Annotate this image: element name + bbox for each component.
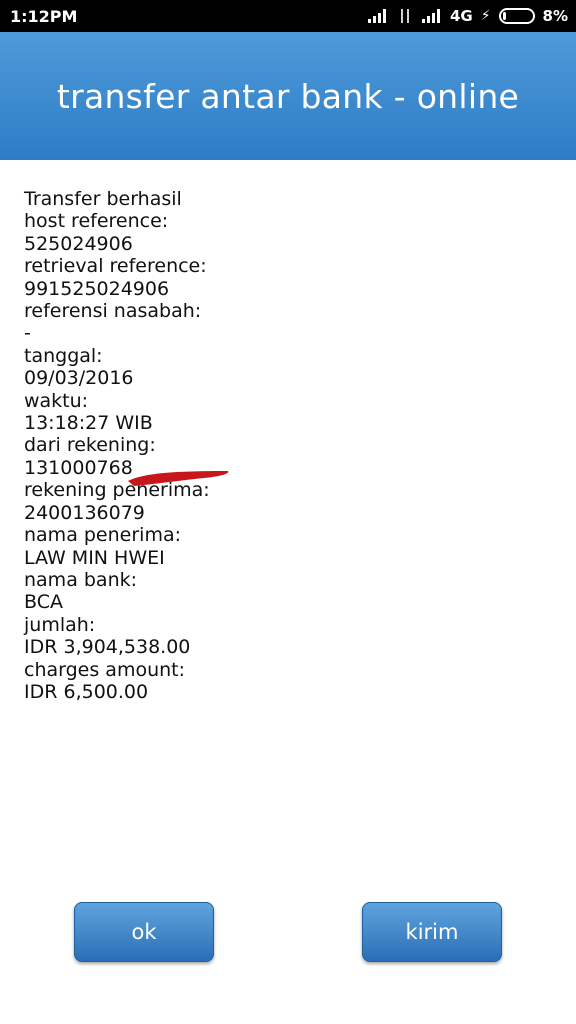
amount-label: jumlah: xyxy=(24,613,96,636)
recipient-name-value: LAW MIN HWEI xyxy=(24,546,165,569)
bank-name-value: BCA xyxy=(24,591,63,614)
signal-icon xyxy=(367,9,388,23)
battery-icon xyxy=(498,8,535,24)
transfer-details: Transfer berhasil host reference: 525024… xyxy=(24,188,554,703)
host-reference-value: 525024906 xyxy=(24,232,133,255)
send-button[interactable]: kirim xyxy=(362,902,502,962)
charges-label: charges amount: xyxy=(24,658,186,681)
bank-name-label: nama bank: xyxy=(24,568,138,591)
recipient-account-label: rekening penerima: xyxy=(24,479,210,502)
retrieval-reference-label: retrieval reference: xyxy=(24,255,207,278)
date-label: tanggal: xyxy=(24,344,103,367)
app-header: transfer antar bank - online xyxy=(0,32,576,160)
retrieval-reference-value: 991525024906 xyxy=(24,277,170,300)
amount-value: IDR 3,904,538.00 xyxy=(24,636,191,659)
signal-icon-2 xyxy=(421,9,442,23)
network-type: 4G xyxy=(449,7,473,25)
recipient-account-value: 2400136079 xyxy=(24,501,145,524)
time-value: 13:18:27 WIB xyxy=(24,412,153,435)
ok-button[interactable]: ok xyxy=(74,902,214,962)
charges-value: IDR 6,500.00 xyxy=(24,680,149,703)
customer-reference-value: - xyxy=(24,322,31,345)
date-value: 09/03/2016 xyxy=(24,367,134,390)
status-bar: 1:12PM 4G ⚡ 8% xyxy=(0,0,576,32)
time-label: waktu: xyxy=(24,389,89,412)
source-account-label: dari rekening: xyxy=(24,434,156,457)
status-message: Transfer berhasil xyxy=(24,188,182,210)
page-title: transfer antar bank - online xyxy=(56,76,520,116)
customer-reference-label: referensi nasabah: xyxy=(24,300,202,323)
redaction-mark xyxy=(128,471,229,486)
data-transfer-icon xyxy=(396,8,414,24)
host-reference-label: host reference: xyxy=(24,210,169,233)
source-account-value: 131000768 xyxy=(24,456,133,479)
status-time: 1:12PM xyxy=(10,6,78,26)
charging-icon: ⚡ xyxy=(480,8,491,24)
battery-percent: 8% xyxy=(542,7,568,25)
recipient-name-label: nama penerima: xyxy=(24,524,182,547)
status-icons: 4G ⚡ 8% xyxy=(367,7,568,25)
